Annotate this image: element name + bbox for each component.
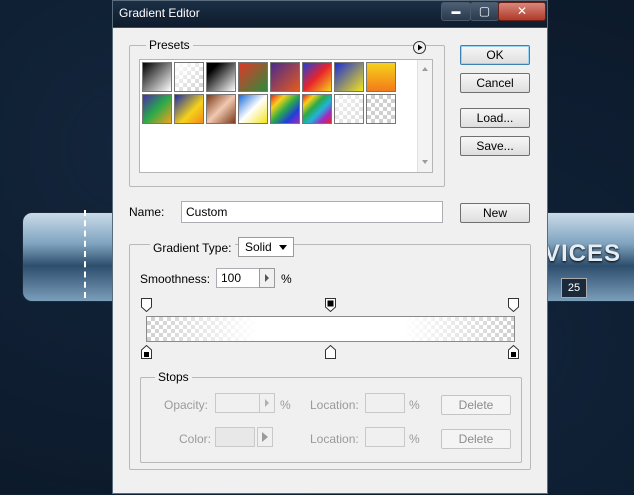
opacity-stop-left[interactable] (141, 298, 152, 313)
color-picker-button[interactable] (257, 427, 273, 447)
close-icon: ✕ (516, 4, 528, 18)
smoothness-stepper[interactable] (259, 268, 275, 288)
preset-swatch[interactable] (142, 94, 172, 124)
presets-list (139, 59, 433, 173)
opacity-input[interactable] (215, 393, 261, 413)
smoothness-unit: % (281, 272, 292, 286)
presets-label: Presets (146, 38, 193, 52)
gradient-editor-window: Gradient Editor ▬ ▢ ✕ Presets OK Cancel … (112, 0, 548, 494)
color-location-input[interactable] (365, 427, 405, 447)
name-label: Name: (129, 205, 165, 219)
preset-swatch[interactable] (174, 62, 204, 92)
color-location-label: Location: (310, 432, 359, 446)
gradient-preview-overlay (147, 317, 514, 341)
background-badge: 25 (561, 278, 587, 298)
preset-swatch[interactable] (174, 94, 204, 124)
opacity-location-label: Location: (310, 398, 359, 412)
title-bar[interactable]: Gradient Editor ▬ ▢ ✕ (113, 1, 547, 28)
preset-swatch[interactable] (366, 94, 396, 124)
gradient-type-label: Gradient Type: (150, 241, 235, 255)
preset-swatch[interactable] (334, 62, 364, 92)
maximize-button[interactable]: ▢ (470, 2, 499, 21)
preset-swatch[interactable] (238, 62, 268, 92)
color-location-unit: % (409, 432, 420, 446)
window-title: Gradient Editor (119, 6, 200, 20)
preset-swatch[interactable] (366, 62, 396, 92)
opacity-stop-right[interactable] (508, 298, 519, 313)
preset-swatch[interactable] (206, 62, 236, 92)
preset-swatch[interactable] (206, 94, 236, 124)
save-button[interactable]: Save... (460, 136, 530, 156)
delete-color-stop-button[interactable]: Delete (441, 429, 511, 449)
opacity-label: Opacity: (164, 398, 209, 412)
opacity-location-unit: % (409, 398, 420, 412)
chevron-right-icon (262, 432, 268, 442)
opacity-location-input[interactable] (365, 393, 405, 413)
delete-opacity-stop-button[interactable]: Delete (441, 395, 511, 415)
preset-swatch[interactable] (302, 94, 332, 124)
minimize-icon: ▬ (451, 6, 461, 16)
close-button[interactable]: ✕ (498, 2, 546, 21)
chevron-right-icon (265, 274, 269, 282)
stops-label: Stops (155, 370, 192, 384)
new-button[interactable]: New (460, 203, 530, 223)
presets-scrollbar[interactable] (417, 60, 432, 172)
scroll-arrows-icon (422, 67, 428, 164)
stops-group (140, 377, 522, 463)
preset-swatch[interactable] (142, 62, 172, 92)
play-circle-icon[interactable] (413, 41, 426, 54)
preset-swatch[interactable] (270, 94, 300, 124)
smoothness-label: Smoothness: (140, 272, 211, 286)
chevron-down-icon (279, 245, 287, 250)
background-bar-left (22, 212, 120, 302)
ok-button[interactable]: OK (460, 45, 530, 65)
color-swatch[interactable] (215, 427, 255, 447)
maximize-icon: ▢ (478, 4, 491, 18)
color-stop-right[interactable] (508, 344, 519, 359)
minimize-button[interactable]: ▬ (441, 2, 471, 21)
preset-swatch[interactable] (238, 94, 268, 124)
chevron-right-icon (265, 399, 269, 407)
opacity-unit: % (280, 398, 291, 412)
load-button[interactable]: Load... (460, 108, 530, 128)
background-text: VICES (544, 240, 622, 267)
color-label: Color: (179, 432, 212, 446)
color-stop-left[interactable] (141, 344, 152, 359)
smoothness-input[interactable] (216, 268, 262, 288)
preset-swatch[interactable] (334, 94, 364, 124)
background-selection-edge (84, 210, 86, 298)
gradient-preview-bar[interactable] (146, 316, 515, 342)
preset-swatch[interactable] (270, 62, 300, 92)
opacity-stop-mid[interactable] (325, 298, 336, 313)
cancel-button[interactable]: Cancel (460, 73, 530, 93)
color-stop-mid[interactable] (325, 344, 336, 359)
dialog-content: Presets OK Cancel Load... Save... Name: … (113, 27, 547, 495)
opacity-stepper[interactable] (259, 393, 275, 413)
gradient-type-value: Solid (245, 240, 272, 254)
preset-swatch[interactable] (302, 62, 332, 92)
name-input[interactable] (181, 201, 443, 223)
gradient-type-select[interactable]: Solid (238, 237, 294, 257)
